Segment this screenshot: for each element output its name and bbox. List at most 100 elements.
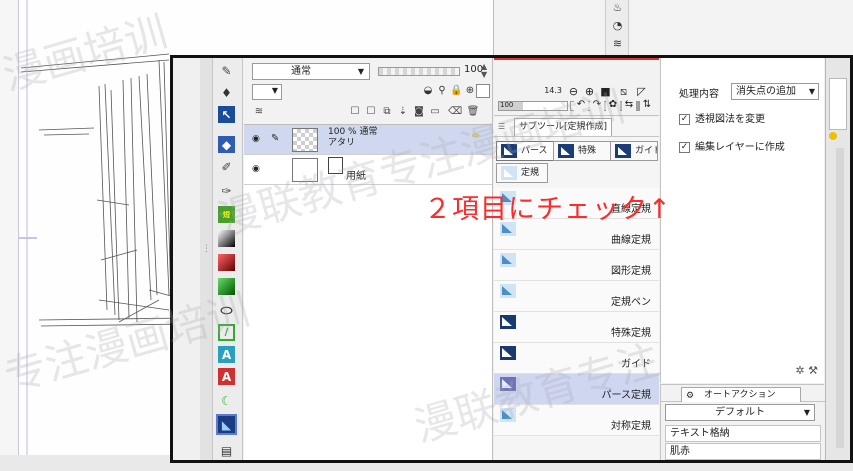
zoom-in-icon[interactable]: ⊕	[583, 85, 596, 98]
reset-rotation-icon[interactable]: ✿	[606, 99, 620, 111]
subtool-label: パース定規	[601, 390, 652, 401]
eraser-tool-icon[interactable]: ✐	[218, 158, 235, 175]
opacity-slider[interactable]	[378, 67, 460, 76]
new-vector-layer-icon[interactable]: ☐	[364, 105, 378, 119]
reference-icon[interactable]: ⚲	[436, 84, 448, 98]
text-tool-icon[interactable]: A	[218, 346, 235, 363]
color-tool-icon[interactable]	[218, 278, 235, 295]
layer-row-paper[interactable]: ◉ 用紙	[244, 155, 492, 185]
auto-action-set-select[interactable]: デフォルト ▼	[665, 404, 815, 421]
group-tab-special[interactable]: 特殊	[553, 141, 611, 161]
eye-icon[interactable]: ◉	[252, 134, 264, 144]
new-folder-icon[interactable]: ⧉	[380, 105, 394, 119]
rotate-right-icon[interactable]: ↷	[590, 99, 604, 111]
zoom-slider[interactable]: 100	[498, 101, 568, 111]
ruler-tool-icon[interactable]: ◣	[216, 414, 237, 435]
ruler-icon	[500, 284, 516, 298]
group-tab-guide[interactable]: ガイド	[610, 141, 658, 161]
blend-tool-icon[interactable]: ◆	[218, 136, 235, 153]
gradient-tool-icon[interactable]	[218, 230, 235, 247]
auto-action-tab[interactable]: ⚙ オートアクション	[681, 387, 801, 402]
brush-tool-icon[interactable]: ♦	[218, 84, 235, 101]
group-tab-perspective[interactable]: パース	[496, 141, 554, 161]
fill-icon[interactable]: ♨	[611, 2, 624, 14]
subtool-item[interactable]: 定規ペン	[494, 281, 659, 312]
side-color-dot	[829, 132, 837, 140]
property-settings-icon[interactable]: ✲ ⚒	[795, 364, 818, 377]
ruler-icon	[500, 315, 516, 329]
subtool-header: ☰ サブツール[定規作成]	[494, 117, 659, 137]
auto-action-set-value: デフォルト	[715, 407, 765, 418]
rect-tool-icon[interactable]: /	[218, 324, 235, 341]
subtool-item[interactable]: 対称定規	[494, 405, 659, 436]
side-panel-strip	[825, 58, 850, 460]
scrollbar[interactable]	[836, 148, 844, 448]
flip-icon[interactable]: ◸	[635, 85, 648, 98]
zoom-out-icon[interactable]: ⊖	[567, 85, 580, 98]
subtool-label: ガイド	[621, 359, 651, 370]
alpha-lock-icon[interactable]: ⊕	[464, 84, 476, 98]
subtool-item[interactable]: ガイド	[494, 343, 659, 374]
pen-tool-icon[interactable]: ✎	[218, 62, 235, 79]
background-icon-strip: ♨ ◔ ≋	[605, 0, 629, 60]
ruler-icon	[501, 166, 517, 180]
move-tool-icon[interactable]: ↖	[218, 106, 235, 123]
group-tab-ruler[interactable]: 定規	[496, 163, 548, 183]
checkbox-box[interactable]: ✓	[679, 114, 690, 125]
drag-grip-icon[interactable]: ⋮	[202, 245, 211, 262]
mask-icon[interactable]: ◙	[412, 105, 426, 119]
navigator-accent-line	[494, 58, 659, 60]
frame-tool-icon[interactable]: 短	[218, 206, 235, 223]
auto-action-panel: ⚙ オートアクション デフォルト ▼ テキスト格納 肌赤	[660, 384, 825, 460]
subtool-tab[interactable]: サブツール[定規作成]	[514, 118, 613, 136]
rotate-left-icon[interactable]: ↶	[574, 99, 588, 111]
subtool-item-selected[interactable]: パース定規	[494, 374, 659, 405]
bucket-icon[interactable]: ◔	[611, 20, 624, 32]
new-raster-layer-icon[interactable]: ☐	[348, 105, 362, 119]
draft-toggle-icon[interactable]	[476, 84, 490, 98]
group-tab-label: 定規	[521, 168, 540, 178]
mirror-icon[interactable]: ⇆	[622, 99, 636, 111]
auto-action-item[interactable]: 肌赤	[665, 443, 821, 460]
checkbox-create-on-layer[interactable]: ✓ 編集レイヤーに作成	[679, 141, 819, 155]
eye-icon[interactable]: ◉	[252, 164, 264, 174]
auto-action-header: ⚙ オートアクション	[661, 385, 825, 402]
subtool-item[interactable]: 特殊定規	[494, 312, 659, 343]
actual-size-icon[interactable]: ⧅	[617, 85, 630, 98]
balloon-tool-icon[interactable]: A	[218, 368, 235, 385]
panel-menu-icon[interactable]: ☰	[498, 122, 510, 132]
annotation-text: ２項目にチェック↑	[424, 194, 672, 225]
copy-layer-icon[interactable]: ▭	[428, 105, 442, 119]
layer-panel: 通常 ▼ 100 ▲ ▼ ▼ ◒ ⚲ 🔒 ⊕ ≋ ☐ ☐ ⧉ ⇣ ◙ ▭ ⌫ 🗑…	[244, 58, 493, 460]
fit-icon[interactable]: ■	[599, 85, 612, 98]
ruler-icon	[500, 377, 516, 391]
layer-color-select[interactable]: ▼	[252, 84, 282, 100]
delete-layer-icon[interactable]: ⌫	[448, 105, 462, 119]
trash-icon[interactable]: 🗑	[466, 105, 480, 119]
subtool-item[interactable]: 図形定規	[494, 250, 659, 281]
airbrush-tool-icon[interactable]: ✑	[218, 182, 235, 199]
ellipse-tool-icon[interactable]: ⬭	[218, 302, 235, 319]
zoomed-window: ⋮ ✎ ♦ ↖ ◆ ✐ ✑ 短 ⬭ / A A ☾ ◣ ▤ 通常 ▼ 100 ▲…	[170, 55, 853, 463]
clip-icon[interactable]: ◒	[422, 84, 434, 98]
wave-icon[interactable]: ≋	[611, 38, 624, 50]
checkbox-box[interactable]: ✓	[679, 142, 690, 153]
ruler-icon	[500, 346, 516, 360]
layer-info: 100 % 通常	[328, 127, 378, 137]
checkbox-change-perspective[interactable]: ✓ 透視図法を変更	[679, 113, 819, 127]
flip-vertical-icon[interactable]: ⇅	[640, 99, 654, 111]
gear-icon: ⚙	[686, 391, 695, 401]
extra-tool-icon[interactable]: ▤	[218, 442, 235, 459]
layer-row-atari[interactable]: ◉ ✎ 100 % 通常 アタリ ✏	[244, 125, 492, 155]
lock-icon[interactable]: 🔒	[450, 84, 462, 98]
layer-menu-icon[interactable]: ≋	[252, 105, 266, 119]
chevron-down-icon: ▼	[357, 67, 364, 76]
fill-tool-icon[interactable]	[218, 254, 235, 271]
merge-down-icon[interactable]: ⇣	[396, 105, 410, 119]
blend-mode-select[interactable]: 通常 ▼	[252, 63, 370, 80]
subtool-label: 対称定規	[611, 421, 651, 432]
auto-action-item[interactable]: テキスト格納	[665, 425, 821, 442]
process-select[interactable]: 消失点の追加 ▼	[731, 83, 819, 100]
opacity-spinner-icon[interactable]: ▲ ▼	[481, 63, 487, 79]
correct-tool-icon[interactable]: ☾	[218, 392, 235, 409]
